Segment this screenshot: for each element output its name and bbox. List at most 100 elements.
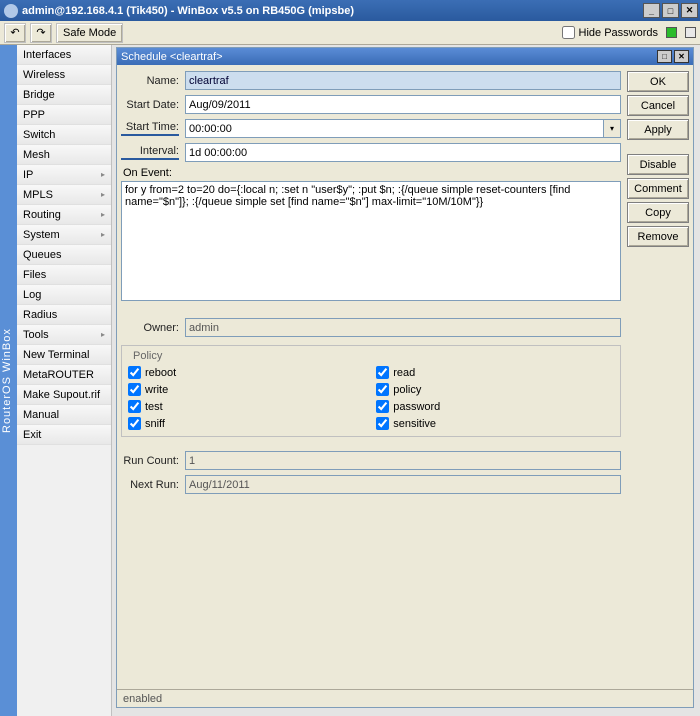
sidebar-item-queues[interactable]: Queues xyxy=(17,245,111,265)
start-date-input[interactable] xyxy=(185,95,621,114)
policy-write[interactable]: write xyxy=(128,383,176,396)
sidebar-item-ip[interactable]: IP ▸ xyxy=(17,165,111,185)
sidebar-item-exit[interactable]: Exit xyxy=(17,425,111,445)
sidebar-item-label: Queues xyxy=(23,249,62,261)
sidebar: InterfacesWireless Bridge PPPSwitchMesh IP ▸… xyxy=(17,45,112,716)
sidebar-item-label: Manual xyxy=(23,409,59,421)
run-count-field xyxy=(185,451,621,470)
run-count-label: Run Count: xyxy=(121,455,179,467)
schedule-window: Schedule <cleartraf> □ ✕ Name: Start Dat… xyxy=(116,47,694,708)
main-toolbar: ↶ ↷ Safe Mode Hide Passwords xyxy=(0,21,700,45)
on-event-label: On Event: xyxy=(123,167,621,179)
policy-read[interactable]: read xyxy=(376,366,440,379)
chevron-right-icon: ▸ xyxy=(101,170,105,179)
policy-read-checkbox[interactable] xyxy=(376,366,389,379)
policy-policy[interactable]: policy xyxy=(376,383,440,396)
sidebar-item-label: IP xyxy=(23,169,33,181)
copy-button[interactable]: Copy xyxy=(627,202,689,223)
button-column: OK Cancel Apply Disable Comment Copy Rem… xyxy=(627,65,693,689)
sidebar-item-interfaces[interactable]: Interfaces xyxy=(17,45,111,65)
undo-button[interactable]: ↶ xyxy=(4,23,26,43)
app-icon xyxy=(4,4,18,18)
policy-reboot[interactable]: reboot xyxy=(128,366,176,379)
owner-label: Owner: xyxy=(121,322,179,334)
start-time-label: Start Time: xyxy=(121,121,179,136)
start-date-label: Start Date: xyxy=(121,99,179,111)
close-button[interactable]: ✕ xyxy=(681,3,698,18)
policy-test-label: test xyxy=(145,401,163,413)
hide-passwords-option[interactable]: Hide Passwords xyxy=(562,26,658,39)
chevron-right-icon: ▸ xyxy=(101,190,105,199)
sidebar-item-switch[interactable]: Switch xyxy=(17,125,111,145)
window-titlebar: admin@192.168.4.1 (Tik450) - WinBox v5.5… xyxy=(0,0,700,21)
policy-policy-checkbox[interactable] xyxy=(376,383,389,396)
sidebar-item-bridge[interactable]: Bridge xyxy=(17,85,111,105)
sidebar-item-new-terminal[interactable]: New Terminal xyxy=(17,345,111,365)
sidebar-item-radius[interactable]: Radius xyxy=(17,305,111,325)
policy-sensitive[interactable]: sensitive xyxy=(376,417,440,430)
chevron-right-icon: ▸ xyxy=(101,210,105,219)
sidebar-item-label: MetaROUTER xyxy=(23,369,94,381)
policy-write-checkbox[interactable] xyxy=(128,383,141,396)
interval-input[interactable] xyxy=(185,143,621,162)
sidebar-item-log[interactable]: Log xyxy=(17,285,111,305)
sidebar-item-label: New Terminal xyxy=(23,349,89,361)
policy-read-label: read xyxy=(393,367,415,379)
minimize-button[interactable]: _ xyxy=(643,3,660,18)
policy-reboot-label: reboot xyxy=(145,367,176,379)
policy-policy-label: policy xyxy=(393,384,421,396)
hide-passwords-checkbox[interactable] xyxy=(562,26,575,39)
sidebar-item-metarouter[interactable]: MetaROUTER xyxy=(17,365,111,385)
policy-sniff[interactable]: sniff xyxy=(128,417,176,430)
sidebar-item-routing[interactable]: Routing▸ xyxy=(17,205,111,225)
remove-button[interactable]: Remove xyxy=(627,226,689,247)
name-input[interactable] xyxy=(185,71,621,90)
sidebar-item-mesh[interactable]: Mesh xyxy=(17,145,111,165)
policy-reboot-checkbox[interactable] xyxy=(128,366,141,379)
schedule-window-titlebar: Schedule <cleartraf> □ ✕ xyxy=(117,48,693,65)
sidebar-item-label: Log xyxy=(23,289,41,301)
sidebar-item-make-supout-rif[interactable]: Make Supout.rif xyxy=(17,385,111,405)
next-run-label: Next Run: xyxy=(121,479,179,491)
redo-button[interactable]: ↷ xyxy=(30,23,52,43)
disable-button[interactable]: Disable xyxy=(627,154,689,175)
chevron-right-icon: ▸ xyxy=(101,230,105,239)
policy-sniff-checkbox[interactable] xyxy=(128,417,141,430)
form-column: Name: Start Date: Start Time: ▾ Interval… xyxy=(117,65,627,689)
sidebar-item-manual[interactable]: Manual xyxy=(17,405,111,425)
start-time-dropdown[interactable]: ▾ xyxy=(604,119,621,138)
policy-test-checkbox[interactable] xyxy=(128,400,141,413)
policy-password[interactable]: password xyxy=(376,400,440,413)
start-time-input[interactable] xyxy=(185,119,604,138)
main-area: RouterOS WinBox InterfacesWirelessBridge… xyxy=(0,45,700,716)
sidebar-item-system[interactable]: System ▸ xyxy=(17,225,111,245)
sidebar-item-ppp[interactable]: PPP xyxy=(17,105,111,125)
safe-mode-button[interactable]: Safe Mode xyxy=(56,23,123,43)
sidebar-item-mpls[interactable]: MPLS▸ xyxy=(17,185,111,205)
status-indicator-green xyxy=(666,27,677,38)
comment-button[interactable]: Comment xyxy=(627,178,689,199)
on-event-textarea[interactable] xyxy=(121,181,621,301)
sidebar-item-label: Tools xyxy=(23,329,49,341)
ok-button[interactable]: OK xyxy=(627,71,689,92)
policy-fieldset: Policy rebootwritetestsniff readpolicypa… xyxy=(121,345,621,437)
policy-password-checkbox[interactable] xyxy=(376,400,389,413)
next-run-field xyxy=(185,475,621,494)
maximize-button[interactable]: □ xyxy=(662,3,679,18)
inner-minimize-button[interactable]: □ xyxy=(657,50,672,63)
policy-sensitive-checkbox[interactable] xyxy=(376,417,389,430)
sidebar-item-label: System xyxy=(23,229,60,241)
sidebar-item-tools[interactable]: Tools ▸ xyxy=(17,325,111,345)
sidebar-item-label: Bridge xyxy=(23,89,55,101)
status-text: enabled xyxy=(123,693,162,705)
hide-passwords-label: Hide Passwords xyxy=(579,27,658,39)
apply-button[interactable]: Apply xyxy=(627,119,689,140)
cancel-button[interactable]: Cancel xyxy=(627,95,689,116)
name-label: Name: xyxy=(121,75,179,87)
sidebar-item-files[interactable]: Files xyxy=(17,265,111,285)
owner-field xyxy=(185,318,621,337)
chevron-right-icon: ▸ xyxy=(101,330,105,339)
inner-close-button[interactable]: ✕ xyxy=(674,50,689,63)
policy-test[interactable]: test xyxy=(128,400,176,413)
sidebar-item-wireless[interactable]: Wireless xyxy=(17,65,111,85)
